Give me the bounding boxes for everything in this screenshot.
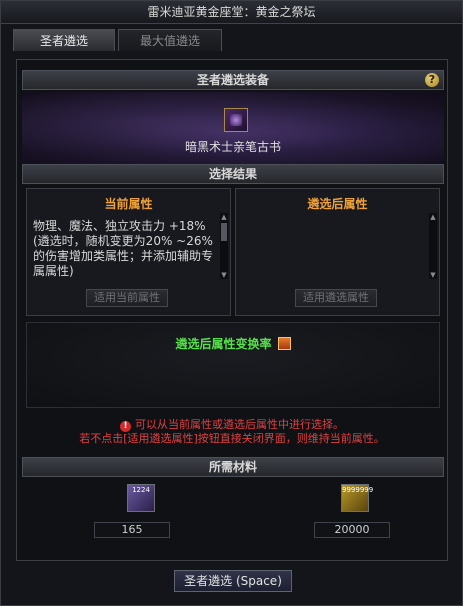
gold-coins-icon[interactable]: 9999999 — [341, 484, 374, 512]
conversion-rate-label: 遴选后属性变换率 — [27, 335, 439, 352]
dark-book-icon[interactable] — [224, 108, 248, 132]
saint-selection-button[interactable]: 圣者遴选 (Space) — [174, 570, 292, 592]
tab-max-selection[interactable]: 最大值遴选 — [118, 29, 222, 51]
equipment-header-label: 圣者遴选装备 — [196, 73, 269, 87]
conversion-rate-area: 遴选后属性变换率 — [26, 322, 440, 408]
warning-line-2: 若不点击[适用遴选属性]按钮直接关闭界面，则维持当前属性。 — [79, 432, 385, 445]
gold-count: 20000 — [314, 522, 390, 538]
warning-text-1: 可以从当前属性或遴选后属性中进行选择。 — [135, 418, 344, 431]
material-count: 165 — [94, 522, 170, 538]
conversion-rate-text: 遴选后属性变换率 — [175, 337, 272, 351]
warning-message: ! 可以从当前属性或遴选后属性中进行选择。 若不点击[适用遴选属性]按钮直接关闭界… — [17, 418, 447, 446]
result-columns: 当前属性 物理、魔法、独立攻击力 +18% (遴选时，随机变更为20% ~26%… — [26, 188, 440, 316]
material-slot-card: 1224 165 — [94, 484, 187, 540]
gold-icon-text: 9999999 — [342, 486, 374, 494]
help-icon[interactable]: ? — [425, 73, 439, 87]
scroll-down-icon[interactable]: ▼ — [429, 271, 437, 279]
tab-saint-selection[interactable]: 圣者遴选 — [13, 29, 115, 51]
window-title: 雷米迪亚黄金座堂：黄金之祭坛 — [1, 1, 462, 24]
current-attribute-text: 物理、魔法、独立攻击力 +18% (遴选时，随机变更为20% ~26%的伤害增加… — [33, 219, 214, 278]
scroll-up-icon[interactable]: ▲ — [220, 213, 228, 221]
materials-header: 所需材料 — [22, 457, 444, 477]
current-scrollbar[interactable]: ▲ ▼ — [220, 213, 228, 279]
card-material-icon-text: 1224 — [132, 486, 150, 494]
warning-icon: ! — [120, 421, 131, 432]
altar-window: 雷米迪亚黄金座堂：黄金之祭坛 圣者遴选 最大值遴选 圣者遴选装备 ? 暗黑术士亲… — [0, 0, 463, 606]
equipment-banner: 暗黑术士亲笔古书 — [22, 92, 444, 164]
after-attribute-title: 遴选后属性 — [307, 197, 368, 211]
scroll-up-icon[interactable]: ▲ — [429, 213, 437, 221]
apply-current-button[interactable]: 适用当前属性 — [86, 289, 168, 307]
main-panel: 圣者遴选装备 ? 暗黑术士亲笔古书 选择结果 当前属性 物理、魔法、独立攻击力 … — [16, 59, 448, 561]
apply-selection-button[interactable]: 适用遴选属性 — [295, 289, 377, 307]
card-material-icon[interactable]: 1224 — [127, 484, 155, 512]
material-slot-gold: 9999999 20000 — [311, 484, 401, 540]
warning-line-1: ! 可以从当前属性或遴选后属性中进行选择。 — [17, 418, 447, 432]
item-name: 暗黑术士亲笔古书 — [184, 140, 281, 154]
current-attribute-title: 当前属性 — [104, 197, 153, 211]
result-header: 选择结果 — [22, 164, 444, 184]
scroll-thumb[interactable] — [221, 223, 227, 241]
current-attribute-box: 当前属性 物理、魔法、独立攻击力 +18% (遴选时，随机变更为20% ~26%… — [26, 188, 231, 316]
after-attribute-box: 遴选后属性 ▲ ▼ 适用遴选属性 — [235, 188, 440, 316]
scroll-down-icon[interactable]: ▼ — [220, 271, 228, 279]
after-scrollbar[interactable]: ▲ ▼ — [429, 213, 437, 279]
equipment-header: 圣者遴选装备 ? — [22, 70, 444, 90]
rate-book-icon[interactable] — [277, 337, 291, 350]
